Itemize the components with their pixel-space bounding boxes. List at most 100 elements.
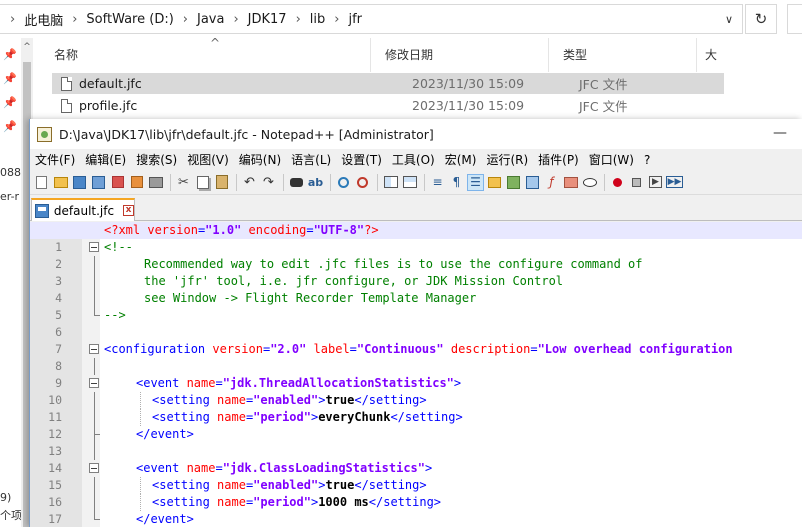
search-input[interactable] xyxy=(787,4,802,34)
column-size[interactable]: 大 xyxy=(697,38,777,72)
title-bar[interactable]: D:\Java\JDK17\lib\jfr\default.jfc - Note… xyxy=(30,119,802,149)
code-line[interactable]: 5 see Window -> Flight Recorder Template… xyxy=(30,290,802,322)
fold-guide xyxy=(87,494,105,511)
menu-edit[interactable]: 编辑(E) xyxy=(85,151,126,168)
fold-toggle[interactable] xyxy=(87,341,105,358)
find-button[interactable] xyxy=(288,174,305,191)
file-row-default-jfc[interactable]: default.jfc 2023/11/30 15:09 JFC 文件 xyxy=(52,73,724,94)
column-date[interactable]: 修改日期 xyxy=(371,38,549,72)
close-all-button[interactable] xyxy=(128,174,145,191)
pin-icon[interactable]: 📌 xyxy=(3,120,17,134)
code-line[interactable]: 9 xyxy=(30,358,802,390)
pin-icon[interactable]: 📌 xyxy=(3,72,17,86)
sync-vertical-button[interactable] xyxy=(382,174,399,191)
save-button[interactable] xyxy=(71,174,88,191)
chevron-down-icon[interactable]: ∨ xyxy=(720,11,738,29)
breadcrumb-this-pc[interactable]: 此电脑 xyxy=(24,10,63,29)
code-line[interactable]: 13 </event> xyxy=(30,426,802,458)
code-line[interactable]: 1 <?xml version="1.0" encoding="UTF-8"?> xyxy=(30,222,802,254)
fold-toggle[interactable] xyxy=(87,375,105,392)
code-editor[interactable]: 1 <?xml version="1.0" encoding="UTF-8"?>… xyxy=(30,222,802,527)
minimize-button[interactable]: — xyxy=(773,125,787,141)
user-language-button[interactable] xyxy=(486,174,503,191)
code-line[interactable]: 6 --> xyxy=(30,307,802,339)
breadcrumb-java[interactable]: Java xyxy=(197,12,224,27)
code-line[interactable]: 17 <setting name="period">1000 ms</setti… xyxy=(30,494,802,526)
replace-button[interactable]: ab xyxy=(307,174,324,191)
monitoring-button[interactable] xyxy=(581,174,598,191)
menu-tools[interactable]: 工具(O) xyxy=(392,151,435,168)
file-row-profile-jfc[interactable]: profile.jfc 2023/11/30 15:09 JFC 文件 xyxy=(52,95,724,116)
zoom-out-button[interactable] xyxy=(354,174,371,191)
sync-horizontal-button[interactable] xyxy=(401,174,418,191)
menu-search[interactable]: 搜索(S) xyxy=(136,151,177,168)
code-line[interactable]: 11 <setting name="enabled">true</setting… xyxy=(30,392,802,424)
folder-workspace-button[interactable] xyxy=(562,174,579,191)
xml-text: true xyxy=(325,393,355,407)
function-list-button[interactable]: ƒ xyxy=(543,174,560,191)
code-line[interactable]: 8 <configuration version="2.0" label="Co… xyxy=(30,341,802,373)
tab-default-jfc[interactable]: default.jfc x xyxy=(31,198,135,221)
menu-run[interactable]: 运行(R) xyxy=(486,151,528,168)
pilcrow-icon: ¶ xyxy=(452,175,461,189)
run-macro-multiple-button[interactable]: ▶▶ xyxy=(665,174,684,191)
code-line[interactable]: 4 the 'jfr' tool, i.e. jfr configure, or… xyxy=(30,273,802,305)
document-list-button[interactable] xyxy=(524,174,541,191)
copy-button[interactable] xyxy=(194,174,211,191)
menu-plugins[interactable]: 插件(P) xyxy=(538,151,579,168)
code-line[interactable]: 14 xyxy=(30,443,802,475)
code-line[interactable]: 2 <!-- xyxy=(30,239,802,271)
code-line[interactable]: 15 <event name="jdk.ClassLoadingStatisti… xyxy=(30,460,802,492)
fold-toggle[interactable] xyxy=(87,239,105,256)
open-file-button[interactable] xyxy=(52,174,69,191)
scroll-up-icon[interactable]: ^ xyxy=(22,42,32,52)
zoom-in-button[interactable] xyxy=(335,174,352,191)
undo-button[interactable]: ↶ xyxy=(241,174,258,191)
breadcrumb-jfr[interactable]: jfr xyxy=(348,12,362,27)
show-all-chars-button[interactable]: ¶ xyxy=(448,174,465,191)
tab-close-icon[interactable]: x xyxy=(123,205,134,216)
indent-guide-button[interactable]: ☰ xyxy=(467,173,484,191)
fold-toggle[interactable] xyxy=(87,460,105,477)
word-wrap-button[interactable]: ≡ xyxy=(429,174,446,191)
stop-macro-button[interactable] xyxy=(628,174,645,191)
menu-view[interactable]: 视图(V) xyxy=(187,151,229,168)
menu-settings[interactable]: 设置(T) xyxy=(341,151,382,168)
notepadpp-app-icon[interactable] xyxy=(37,126,52,142)
nav-item-fragment[interactable]: er-r xyxy=(0,190,19,203)
new-file-button[interactable] xyxy=(33,174,50,191)
paste-button[interactable] xyxy=(213,174,230,191)
record-macro-button[interactable] xyxy=(609,174,626,191)
code-line[interactable]: 18 </event> xyxy=(30,511,802,527)
save-all-button[interactable] xyxy=(90,174,107,191)
pin-icon[interactable]: 📌 xyxy=(3,48,17,62)
close-button[interactable] xyxy=(109,174,126,191)
menu-macro[interactable]: 宏(M) xyxy=(445,151,477,168)
menu-file[interactable]: 文件(F) xyxy=(35,151,75,168)
menu-help[interactable]: ? xyxy=(644,153,650,167)
xml-text: true xyxy=(325,478,355,492)
code-line[interactable]: 7 xyxy=(30,324,802,356)
xml-eq: = xyxy=(306,223,314,237)
menu-window[interactable]: 窗口(W) xyxy=(589,151,634,168)
nav-item-fragment[interactable]: 088 xyxy=(0,166,21,179)
play-macro-button[interactable]: ▶ xyxy=(647,174,664,191)
cut-button[interactable]: ✂ xyxy=(175,174,192,191)
column-type[interactable]: 类型 xyxy=(549,38,697,72)
breadcrumb-drive[interactable]: SoftWare (D:) xyxy=(86,12,173,27)
menu-language[interactable]: 语言(L) xyxy=(291,151,331,168)
breadcrumb-jdk17[interactable]: JDK17 xyxy=(248,12,287,27)
pin-icon[interactable]: 📌 xyxy=(3,96,17,110)
redo-button[interactable]: ↷ xyxy=(260,174,277,191)
code-line[interactable]: 16 <setting name="enabled">true</setting… xyxy=(30,477,802,509)
refresh-button[interactable]: ↻ xyxy=(745,4,777,34)
menu-encoding[interactable]: 编码(N) xyxy=(239,151,281,168)
code-line[interactable]: 10 <event name="jdk.ThreadAllocationStat… xyxy=(30,375,802,407)
code-line[interactable]: 12 <setting name="period">everyChunk</se… xyxy=(30,409,802,441)
address-bar[interactable]: › 此电脑 › SoftWare (D:) › Java › JDK17 › l… xyxy=(0,4,743,34)
document-map-button[interactable] xyxy=(505,174,522,191)
column-name[interactable]: ^ 名称 xyxy=(40,36,371,72)
breadcrumb-lib[interactable]: lib xyxy=(310,12,325,27)
print-button[interactable] xyxy=(147,174,164,191)
code-line[interactable]: 3 Recommended way to edit .jfc files is … xyxy=(30,256,802,288)
